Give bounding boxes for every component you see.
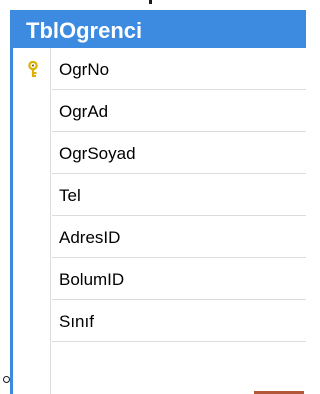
column-row-ogrsoyad[interactable]: OgrSoyad [13,132,306,174]
column-row-ogrno[interactable]: OgrNo [13,48,306,90]
column-row-adresid[interactable]: AdresID [13,216,306,258]
key-indicator-cell [13,216,51,258]
column-name-sinif: Sınıf [59,312,94,331]
column-name-tel: Tel [59,186,81,205]
column-cell [52,174,306,216]
column-name-ogrsoyad: OgrSoyad [59,144,136,163]
column-name-ograd: OgrAd [59,102,109,121]
column-row-sinif[interactable]: Sınıf [13,300,306,342]
column-name-ogrno: OgrNo [59,60,110,79]
relationship-line-top [149,0,152,4]
table-box-tblogrenci[interactable]: TblOgrenci OgrNo OgrAd OgrSoyad Tel Adre… [10,10,306,394]
primary-key-icon [28,61,38,77]
key-indicator-cell [13,174,51,216]
key-indicator-cell [13,48,51,90]
diagram-canvas: TblOgrenci OgrNo OgrAd OgrSoyad Tel Adre… [0,0,306,394]
column-list: OgrNo OgrAd OgrSoyad Tel AdresID BolumID… [13,48,306,342]
table-title: TblOgrenci [26,18,143,43]
key-indicator-cell [13,258,51,300]
column-row-tel[interactable]: Tel [13,174,306,216]
key-indicator-cell [13,132,51,174]
relationship-endpoint-icon[interactable] [3,376,10,383]
column-row-ograd[interactable]: OgrAd [13,90,306,132]
column-name-adresid: AdresID [59,228,121,247]
column-name-bolumid: BolumID [59,270,125,289]
key-indicator-cell [13,90,51,132]
table-title-bar[interactable]: TblOgrenci [13,13,306,48]
key-column-filler [13,342,51,394]
key-indicator-cell [13,300,51,342]
column-row-bolumid[interactable]: BolumID [13,258,306,300]
